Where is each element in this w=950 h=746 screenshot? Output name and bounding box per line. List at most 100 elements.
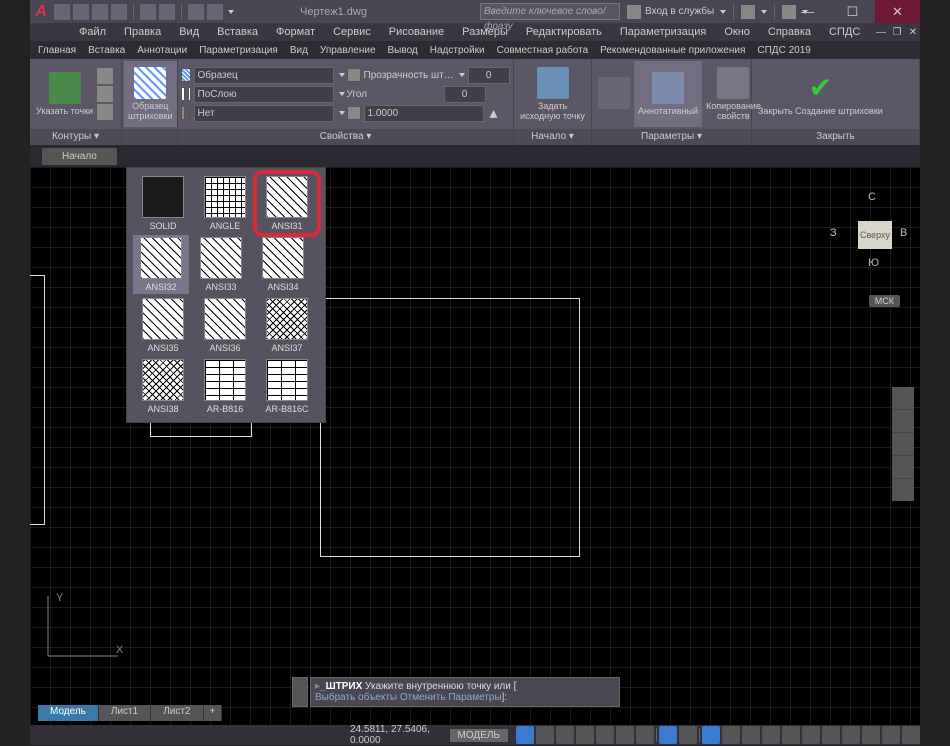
qat-undo-icon[interactable]: [140, 4, 156, 20]
polar-toggle-icon[interactable]: [576, 726, 594, 744]
rtab-apps[interactable]: Рекомендованные приложения: [594, 43, 751, 58]
layout-sheet2[interactable]: Лист2: [151, 705, 203, 721]
login-dropdown-icon[interactable]: [720, 10, 726, 14]
pattern-ansi32[interactable]: ANSI32: [133, 235, 189, 294]
close-hatch-button[interactable]: ✔ Закрыть Создание штриховки: [754, 61, 887, 127]
menu-draw[interactable]: Рисование: [380, 24, 453, 40]
recreate-icon[interactable]: [97, 104, 113, 120]
hatch-bg-select[interactable]: [194, 105, 334, 122]
qat-print-icon[interactable]: [188, 4, 204, 20]
isolate-icon[interactable]: [842, 726, 860, 744]
nav-wheel-icon[interactable]: [892, 387, 914, 409]
annoscale-icon[interactable]: [702, 726, 720, 744]
pattern-ar-b816c[interactable]: AR-B816C: [259, 359, 315, 414]
units-icon[interactable]: [782, 726, 800, 744]
nav-orbit-icon[interactable]: [892, 456, 914, 478]
snap-toggle-icon[interactable]: [536, 726, 554, 744]
menu-help[interactable]: Справка: [759, 24, 820, 40]
command-line-handle[interactable]: [292, 677, 308, 707]
isodraft-toggle-icon[interactable]: [596, 726, 614, 744]
pick-points-button[interactable]: Указать точки: [32, 61, 97, 127]
customize-icon[interactable]: [902, 726, 920, 744]
pattern-ar-b816[interactable]: AR-B816: [197, 359, 253, 414]
pattern-ansi31[interactable]: ANSI31: [259, 176, 315, 231]
doc-minimize-icon[interactable]: —: [874, 25, 888, 39]
pattern-ansi36[interactable]: ANSI36: [197, 298, 253, 353]
viewcube-north[interactable]: С: [868, 191, 876, 203]
wcs-label[interactable]: МСК: [869, 295, 900, 307]
qat-new-icon[interactable]: [54, 4, 70, 20]
menu-format[interactable]: Формат: [267, 24, 324, 40]
doc-restore-icon[interactable]: ❐: [890, 25, 904, 39]
viewcube-west[interactable]: З: [830, 227, 837, 239]
search-input[interactable]: Введите ключевое слово/фразу: [480, 3, 620, 20]
viewcube-south[interactable]: Ю: [868, 257, 879, 269]
panel-origin-title[interactable]: Начало ▾: [514, 129, 591, 145]
quickprops-icon[interactable]: [802, 726, 820, 744]
osnap-toggle-icon[interactable]: [616, 726, 634, 744]
menu-window[interactable]: Окно: [715, 24, 759, 40]
transparency-toggle-icon[interactable]: [679, 726, 697, 744]
menu-modify[interactable]: Редактировать: [517, 24, 611, 40]
pattern-ansi33[interactable]: ANSI33: [193, 237, 249, 292]
rtab-home[interactable]: Главная: [32, 43, 82, 58]
transparency-input[interactable]: [468, 67, 510, 84]
start-tab[interactable]: Начало: [42, 148, 117, 165]
rtab-output[interactable]: Вывод: [382, 43, 424, 58]
workspace-icon[interactable]: [742, 726, 760, 744]
qat-save-icon[interactable]: [92, 4, 108, 20]
lock-ui-icon[interactable]: [822, 726, 840, 744]
cmd-options[interactable]: Выбрать объекты Отменить Параметры: [315, 692, 502, 703]
autoscale-icon[interactable]: [722, 726, 740, 744]
qat-open-icon[interactable]: [73, 4, 89, 20]
otrack-toggle-icon[interactable]: [636, 726, 654, 744]
dropdown-icon[interactable]: [339, 111, 345, 115]
hatch-color-select[interactable]: [194, 86, 334, 103]
dropdown-icon[interactable]: [339, 92, 345, 96]
viewcube-east[interactable]: В: [900, 227, 907, 239]
pattern-solid[interactable]: SOLID: [135, 176, 191, 231]
pattern-ansi35[interactable]: ANSI35: [135, 298, 191, 353]
rtab-collab[interactable]: Совместная работа: [491, 43, 595, 58]
rtab-parametric[interactable]: Параметризация: [193, 43, 284, 58]
maximize-button[interactable]: ☐: [830, 0, 875, 23]
associative-button[interactable]: [594, 61, 634, 127]
layout-model[interactable]: Модель: [38, 705, 99, 721]
select-icon[interactable]: [97, 68, 113, 84]
cart-icon[interactable]: [741, 5, 755, 19]
nav-showmotion-icon[interactable]: [892, 479, 914, 501]
rtab-spds[interactable]: СПДС 2019: [751, 43, 816, 58]
menu-file[interactable]: Файл: [70, 24, 115, 40]
pattern-ansi34[interactable]: ANSI34: [255, 237, 311, 292]
panel-contours-title[interactable]: Контуры ▾: [30, 129, 121, 145]
annotative-button[interactable]: Аннотативный: [634, 61, 702, 127]
qat-dropdown-icon[interactable]: [228, 10, 234, 14]
qat-plot-icon[interactable]: [207, 4, 223, 20]
menu-parametric[interactable]: Параметризация: [611, 24, 715, 40]
rtab-addins[interactable]: Надстройки: [424, 43, 491, 58]
dropdown-icon[interactable]: [339, 73, 345, 77]
close-button[interactable]: ✕: [875, 0, 920, 23]
spinner-up-icon[interactable]: ▴: [487, 103, 501, 123]
clean-screen-icon[interactable]: [882, 726, 900, 744]
scale-input[interactable]: [364, 105, 484, 122]
ortho-toggle-icon[interactable]: [556, 726, 574, 744]
pattern-ansi37[interactable]: ANSI37: [259, 298, 315, 353]
login-area[interactable]: Вход в службы: [627, 4, 808, 20]
lineweight-toggle-icon[interactable]: [659, 726, 677, 744]
command-line[interactable]: ▸_ШТРИХ Укажите внутреннюю точку или [ В…: [310, 677, 620, 707]
menu-view[interactable]: Вид: [170, 24, 208, 40]
hardware-accel-icon[interactable]: [862, 726, 880, 744]
viewcube-top[interactable]: Сверху: [858, 221, 892, 249]
qat-saveas-icon[interactable]: [111, 4, 127, 20]
pattern-type-select[interactable]: [194, 67, 334, 84]
menu-tools[interactable]: Сервис: [324, 24, 380, 40]
panel-options-title[interactable]: Параметры ▾: [592, 129, 751, 145]
model-space-button[interactable]: МОДЕЛЬ: [450, 729, 508, 742]
panel-properties-title[interactable]: Свойства ▾: [178, 129, 513, 145]
rtab-view[interactable]: Вид: [284, 43, 314, 58]
layout-sheet1[interactable]: Лист1: [99, 705, 151, 721]
menu-spds[interactable]: СПДС: [820, 24, 869, 40]
rtab-annotate[interactable]: Аннотации: [131, 43, 193, 58]
annotation-monitor-icon[interactable]: [762, 726, 780, 744]
